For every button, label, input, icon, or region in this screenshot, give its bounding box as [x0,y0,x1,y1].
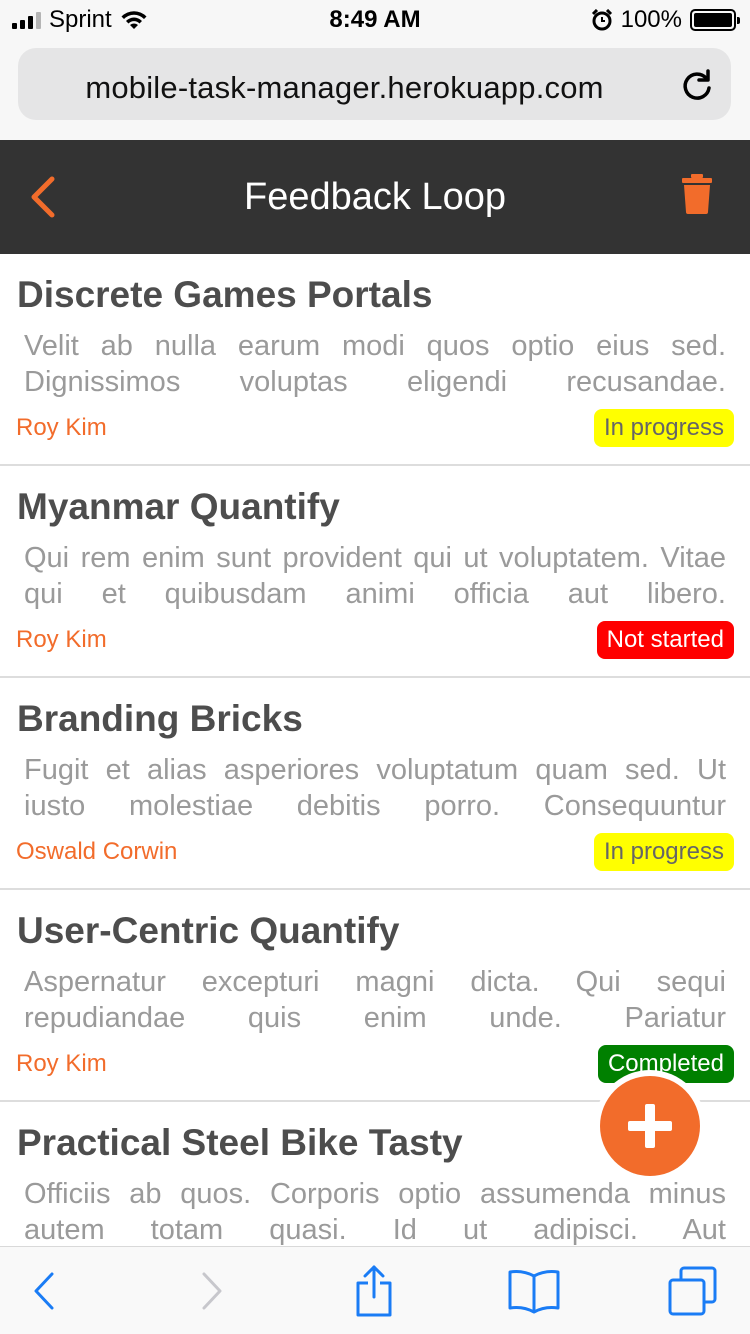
status-badge: In progress [593,833,734,871]
alarm-icon [591,9,612,31]
task-item[interactable]: Branding Bricks Fugit et alias asperiore… [0,678,750,890]
task-description: Qui rem enim sunt provident qui ut volup… [24,542,726,610]
book-icon [508,1270,560,1314]
tabs-button[interactable] [666,1265,720,1317]
plus-icon [628,1104,672,1148]
browser-forward-button[interactable] [190,1265,234,1317]
share-icon [356,1265,392,1317]
app-header: Feedback Loop [0,140,750,254]
task-description: Officiis ab quos. Corporis optio assumen… [24,1178,726,1246]
status-badge: Not started [596,621,734,659]
task-description: Aspernatur excepturi magni dicta. Qui se… [24,966,726,1034]
browser-address-area: mobile-task-manager.herokuapp.com [0,40,750,140]
task-title: Branding Bricks [17,698,303,739]
task-description: Velit ab nulla earum modi quos optio eiu… [24,330,726,398]
task-owner: Roy Kim [16,414,107,441]
task-title: User-Centric Quantify [17,910,400,951]
add-task-button[interactable] [600,1076,700,1176]
share-button[interactable] [352,1265,396,1317]
task-title: Myanmar Quantify [17,486,340,527]
task-description: Fugit et alias asperiores voluptatum qua… [24,754,726,822]
url-text[interactable]: mobile-task-manager.herokuapp.com [18,70,671,106]
task-owner: Roy Kim [16,626,107,653]
task-title: Discrete Games Portals [17,274,433,315]
browser-toolbar [0,1246,750,1334]
battery-percent: 100% [620,6,682,33]
task-owner: Roy Kim [16,1050,107,1077]
task-title: Practical Steel Bike Tasty [17,1122,463,1163]
browser-back-button[interactable] [22,1265,66,1317]
task-item[interactable]: User-Centric Quantify Aspernatur exceptu… [0,890,750,1102]
chevron-left-icon [34,1272,54,1310]
status-badge: In progress [593,409,734,447]
task-item[interactable]: Myanmar Quantify Qui rem enim sunt provi… [0,466,750,678]
status-bar: Sprint 8:49 AM 100% [0,0,750,40]
reload-icon[interactable] [679,68,715,104]
chevron-right-icon [202,1272,222,1310]
page-title: Feedback Loop [244,176,506,218]
status-right: 100% [591,6,740,34]
bookmarks-button[interactable] [506,1265,562,1317]
task-item[interactable]: Discrete Games Portals Velit ab nulla ea… [0,254,750,466]
status-badge: Completed [597,1045,734,1083]
task-owner: Oswald Corwin [16,838,178,865]
battery-icon [690,9,740,31]
address-bar[interactable]: mobile-task-manager.herokuapp.com [18,48,731,120]
battery-fill [694,13,732,27]
tabs-icon [668,1266,717,1316]
trash-icon[interactable] [682,174,712,214]
